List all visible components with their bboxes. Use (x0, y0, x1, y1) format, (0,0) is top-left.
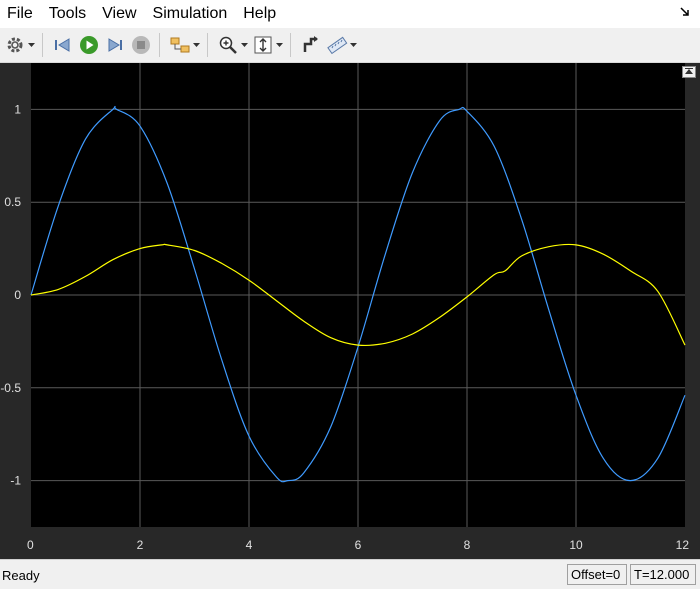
x-tick-label: 10 (569, 538, 583, 552)
x-tick-label: 2 (137, 538, 144, 552)
menu-file[interactable]: File (0, 0, 41, 28)
status-time: T=12.000 (630, 564, 696, 585)
layout-dropdown-icon[interactable] (192, 34, 200, 56)
status-state: Ready (2, 568, 40, 583)
menu-help[interactable]: Help (235, 0, 284, 28)
ruler-dropdown-icon[interactable] (349, 34, 357, 56)
menu-bar: File Tools View Simulation Help (0, 0, 700, 28)
x-tick-label: 4 (246, 538, 253, 552)
toolbar-separator (207, 33, 208, 57)
y-tick-label: 0 (14, 288, 21, 302)
y-tick-label: -1 (10, 474, 21, 488)
y-tick-label: 0.5 (4, 195, 21, 209)
y-tick-label: 1 (14, 102, 21, 116)
layout-icon[interactable] (169, 34, 191, 56)
toolbar-separator (159, 33, 160, 57)
x-tick-label: 12 (676, 538, 690, 552)
expand-icon[interactable] (682, 66, 696, 78)
y-tick-label: -0.5 (0, 381, 21, 395)
x-tick-label: 8 (464, 538, 471, 552)
toolbar-separator (290, 33, 291, 57)
x-tick-label: 6 (355, 538, 362, 552)
autoscale-dropdown-icon[interactable] (275, 34, 283, 56)
gear-icon[interactable] (4, 34, 26, 56)
x-tick-label: 0 (27, 538, 34, 552)
ruler-icon[interactable] (326, 34, 348, 56)
zoom-in-icon[interactable] (217, 34, 239, 56)
toolbar (0, 28, 700, 63)
menu-tools[interactable]: Tools (41, 0, 94, 28)
step-back-icon[interactable] (52, 34, 74, 56)
scope-figure: 0 2 4 6 8 10 12 1 0.5 0 -0.5 -1 (0, 63, 700, 559)
menu-view[interactable]: View (94, 0, 144, 28)
cursor-measure-icon[interactable] (300, 34, 322, 56)
run-icon[interactable] (78, 34, 100, 56)
stop-icon[interactable] (130, 34, 152, 56)
zoom-dropdown-icon[interactable] (240, 34, 248, 56)
plot-canvas[interactable]: 0 2 4 6 8 10 12 1 0.5 0 -0.5 -1 (0, 63, 700, 559)
step-forward-icon[interactable] (104, 34, 126, 56)
status-bar: Ready Offset=0 T=12.000 (0, 559, 700, 589)
dock-arrow-icon[interactable] (678, 6, 692, 20)
gear-dropdown-icon[interactable] (27, 34, 35, 56)
menu-simulation[interactable]: Simulation (145, 0, 236, 28)
autoscale-icon[interactable] (252, 34, 274, 56)
toolbar-separator (42, 33, 43, 57)
status-offset: Offset=0 (567, 564, 627, 585)
